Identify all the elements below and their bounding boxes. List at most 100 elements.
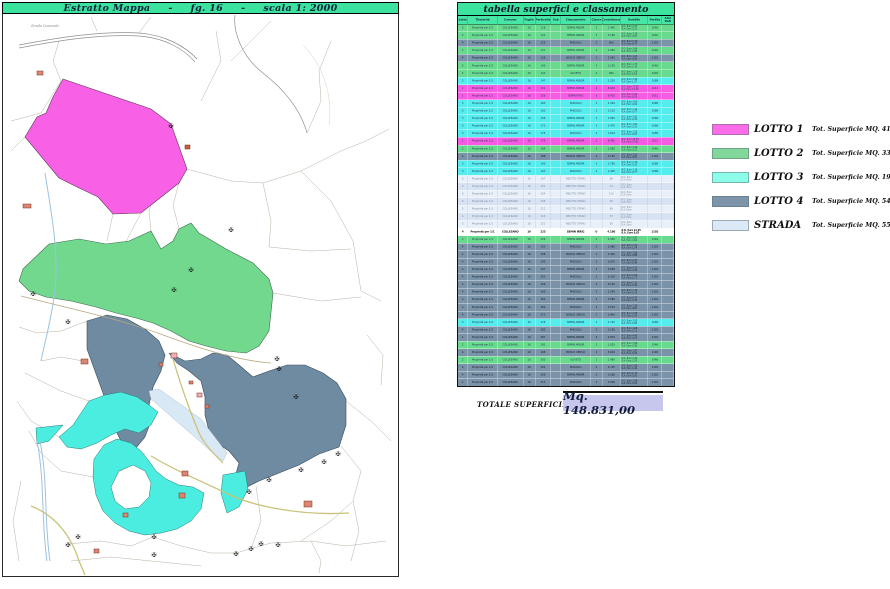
map-panel: Estratto Mappa - fg. 16 - scala 1: 2000	[2, 2, 399, 577]
table-row: 2Proprietà per 1/1COLLESANO16131SEMIN AR…	[458, 47, 674, 55]
table-row: SProprietà per 1/1COLLESANO16201RELITTO …	[458, 183, 674, 191]
lotto-3-area-c	[93, 439, 204, 535]
table-row: 3Proprietà per 1/1COLLESANO16163PASCOLO3…	[458, 108, 674, 116]
table-row: 4Proprietà per 1/1COLLESANO16282PASCOLO2…	[458, 326, 674, 334]
table-row: 4Proprietà per 1/1COLLESANO16125PASCOLO2…	[458, 40, 674, 48]
table-row: 4Proprietà per 1/1COLLESANO16313PASCOLO3…	[458, 379, 674, 386]
column-header: Particella	[535, 16, 551, 24]
table-row: SProprietà per 1/1COLLESANO16204RELITTO …	[458, 191, 674, 199]
table-row: 2Proprietà per 1/1COLLESANO16291SEMIN AR…	[458, 341, 674, 349]
table-header-row: LottoTitolaritàComuneFoglioParticellaSub…	[458, 16, 674, 25]
table-row: 3Proprietà per 1/1COLLESANO16193PASCOLO2…	[458, 168, 674, 176]
column-header: Classe	[591, 16, 603, 24]
svg-text:✠: ✠	[293, 394, 298, 401]
svg-text:✠: ✠	[258, 541, 263, 548]
legend-item-strada: STRADA Tot. Superficie MQ. 554,00	[712, 219, 888, 231]
column-header: Titolarità	[468, 16, 498, 24]
strada-label: STRADA	[749, 220, 812, 231]
table-row: SProprietà per 1/1COLLESANO16212RELITTO …	[458, 206, 674, 214]
legend-item-lotto-2: LOTTO 2 Tot. Superficie MQ. 33.748,00	[712, 147, 888, 159]
table-row: 1Proprietà per 1/1COLLESANO16158SEMINATI…	[458, 92, 674, 100]
svg-text:✠: ✠	[246, 489, 251, 496]
table-row: 4Proprietà per 1/1COLLESANO16287SEMIN AR…	[458, 334, 674, 342]
table-row: SProprietà per 1/1COLLESANO16216RELITTO …	[458, 213, 674, 221]
lotto-3-total: Tot. Superficie MQ. 19.827,00	[812, 174, 890, 181]
table-row: 3Proprietà per 1/1COLLESANO16171SEMIN AR…	[458, 123, 674, 131]
svg-text:✠: ✠	[248, 546, 253, 553]
table-row: SProprietà per 1/1COLLESANO16197RELITTO …	[458, 175, 674, 183]
lotto-1-total: Tot. Superficie MQ. 41.175,00	[812, 126, 890, 133]
svg-text:✠: ✠	[275, 542, 280, 549]
column-header: Classamento	[561, 16, 591, 24]
svg-text:✠: ✠	[228, 227, 233, 234]
column-header: Comune	[498, 16, 524, 24]
column-header: Consistenza	[603, 16, 621, 24]
surfaces-table: tabella superfici e classamento LottoTit…	[457, 2, 675, 387]
table-row: 3Proprietà per 1/1COLLESANO16147SEMIN AR…	[458, 77, 674, 85]
table-row: 3Proprietà per 1/1COLLESANO16190SEMIN AR…	[458, 160, 674, 168]
lotto-4-label: LOTTO 4	[749, 196, 812, 207]
lotto-1-label: LOTTO 1	[749, 124, 812, 135]
total-label: TOTALE SUPERFICIE	[477, 400, 568, 409]
map-title: Estratto Mappa - fg. 16 - scala 1: 2000	[2, 2, 399, 14]
svg-text:✠: ✠	[151, 552, 156, 559]
svg-text:✠: ✠	[274, 356, 279, 363]
stream-lines	[37, 173, 56, 561]
table-row: 2Proprietà per 1/1COLLESANO16140SEMIN AR…	[458, 62, 674, 70]
lotto-3-label: LOTTO 3	[749, 172, 812, 183]
legend-item-lotto-3: LOTTO 3 Tot. Superficie MQ. 19.827,00	[712, 171, 888, 183]
table-title: tabella superfici e classamento	[458, 3, 674, 16]
svg-text:✠: ✠	[233, 551, 238, 558]
table-row: 4Proprietà per 1/1COLLESANO16269PASCOLO3…	[458, 304, 674, 312]
table-row: 3Proprietà per 1/1COLLESANO16175PASCOLO2…	[458, 130, 674, 138]
table-row: SProprietà per 1/1COLLESANO16208RELITTO …	[458, 198, 674, 206]
column-header: Foglio	[523, 16, 535, 24]
table-row: 4Proprietà per 1/1COLLESANO16238BOSCO CE…	[458, 251, 674, 259]
table-row: 2Proprietà per 1/1COLLESANO16118SEMIN AR…	[458, 25, 674, 33]
cadastral-map: ✠✠ ✠✠ ✠✠ ✠✠ ✠✠ ✠✠ ✠✠ ✠✠ ✠✠ ✠✠ ✠✠ Strada …	[3, 15, 398, 576]
table-row: 4Proprietà per 1/1COLLESANO16304PASCOLO2…	[458, 364, 674, 372]
column-header: Altri Dati	[662, 16, 674, 24]
lotto-2-label: LOTTO 2	[749, 148, 812, 159]
table-row: 2Proprietà per 1/1COLLESANO16229SEMIN AR…	[458, 236, 674, 244]
svg-text:✠: ✠	[65, 319, 70, 326]
lotto-3-swatch	[712, 172, 749, 183]
svg-text:✠: ✠	[298, 467, 303, 474]
table-row: 2Proprietà per 1/1COLLESANO16143ULIVETO2…	[458, 70, 674, 78]
svg-text:✠: ✠	[151, 534, 156, 541]
strada-swatch	[712, 220, 749, 231]
svg-text:✠: ✠	[335, 451, 340, 458]
svg-text:✠: ✠	[171, 287, 176, 294]
table-row: 4Proprietà per 1/1COLLESANO16247SEMIN AR…	[458, 266, 674, 274]
table-row: 4Proprietà per 1/1COLLESANO16188BOSCO CE…	[458, 153, 674, 161]
table-row: 4Proprietà per 1/1COLLESANO16296BOSCO CE…	[458, 349, 674, 357]
total-value: Mq. 148.831,00	[563, 395, 663, 411]
table-row: 4Proprietà per 1/1COLLESANO16256BOSCO CE…	[458, 281, 674, 289]
table-row: 2Proprietà per 1/1COLLESANO16121SEMIN AR…	[458, 32, 674, 40]
svg-text:✠: ✠	[188, 267, 193, 274]
table-row: 3Proprietà per 1/1COLLESANO16160PASCOLO2…	[458, 100, 674, 108]
lotto-1-swatch	[712, 124, 749, 135]
lotto-2-total: Tot. Superficie MQ. 33.748,00	[812, 150, 890, 157]
table-row: 4Proprietà per 1/1COLLESANO16273BOSCO CE…	[458, 311, 674, 319]
road-label: Strada Comunale	[31, 24, 59, 28]
table-row: 4Proprietà per 1/1COLLESANO16136BOSCO CE…	[458, 55, 674, 63]
table-row: 2Proprietà per 1/1COLLESANO16300ULIVETO2…	[458, 357, 674, 365]
table-row: 3Proprietà per 1/1COLLESANO16278SEMIN AR…	[458, 319, 674, 327]
table-row: 4Proprietà per 1/1COLLESANO16251PASCOLO2…	[458, 274, 674, 282]
legend: LOTTO 1 Tot. Superficie MQ. 41.175,00 LO…	[712, 123, 888, 243]
lotto-4-total: Tot. Superficie MQ. 54.327,00	[812, 198, 890, 205]
column-header: Sub	[551, 16, 561, 24]
svg-text:✠: ✠	[321, 459, 326, 466]
column-header: Reddito	[620, 16, 648, 24]
table-row: 4Proprietà per 1/1COLLESANO16309SEMIN AR…	[458, 372, 674, 380]
table-rows: 2Proprietà per 1/1COLLESANO16118SEMIN AR…	[458, 25, 674, 387]
table-row: 4Proprietà per 1/1COLLESANO16233PASCOLO2…	[458, 243, 674, 251]
lotto-2-swatch	[712, 148, 749, 159]
table-row: 3Proprietà per 1/1COLLESANO16166SEMIN AR…	[458, 115, 674, 123]
table-row: 1Proprietà per 1/1COLLESANO16152SEMIN AR…	[458, 85, 674, 93]
column-header: Partita	[648, 16, 662, 24]
legend-item-lotto-1: LOTTO 1 Tot. Superficie MQ. 41.175,00	[712, 123, 888, 135]
table-row: 1Proprietà per 1/1COLLESANO16179SEMIN AR…	[458, 138, 674, 146]
table-row: 4Proprietà per 1/1COLLESANO16260PASCOLO2…	[458, 289, 674, 297]
